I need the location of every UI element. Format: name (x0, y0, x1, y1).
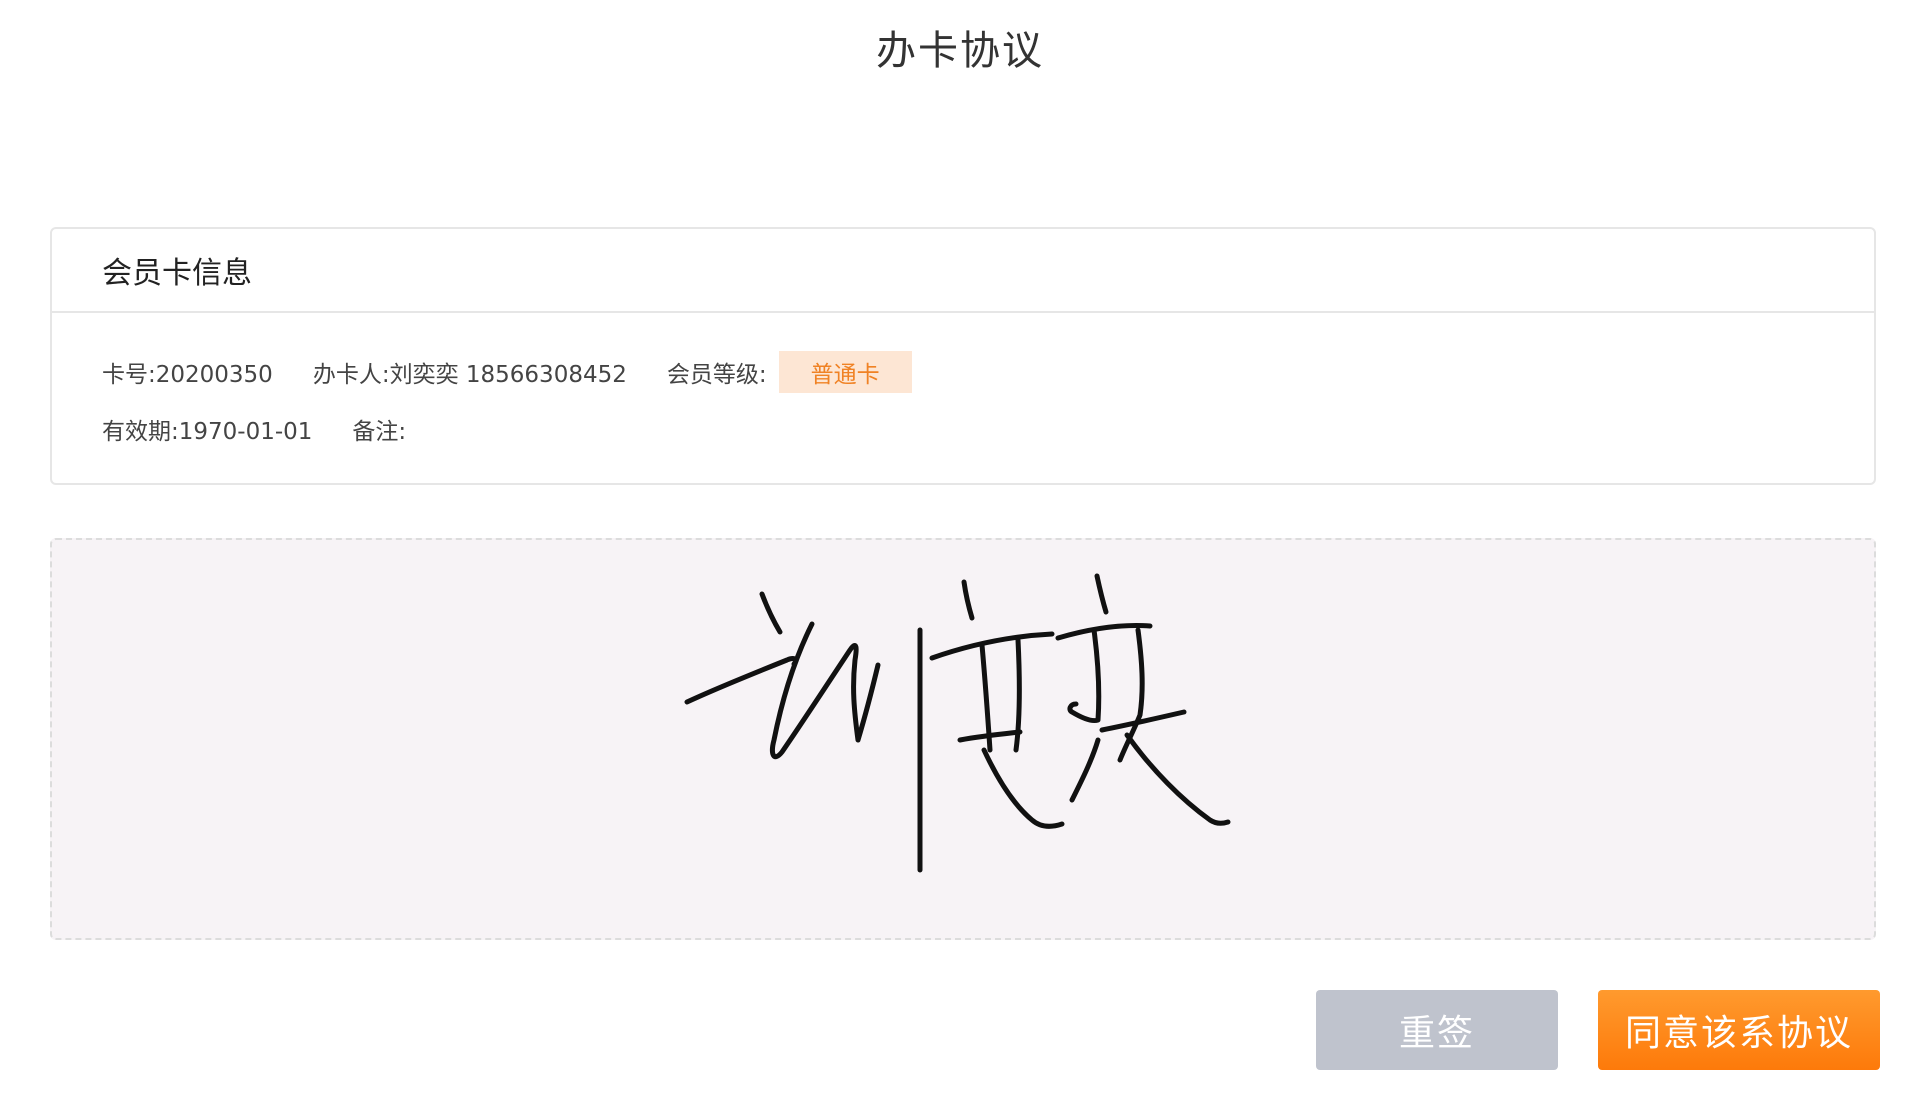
card-info-row: 卡号:20200350 办卡人:刘奕奕 18566308452 会员等级: 普通… (102, 351, 1874, 393)
card-info-body: 卡号:20200350 办卡人:刘奕奕 18566308452 会员等级: 普通… (52, 351, 1874, 445)
member-level-label: 会员等级: (666, 362, 767, 388)
remark: 备注: (352, 419, 407, 445)
resign-button[interactable]: 重签 (1316, 990, 1558, 1070)
card-agreement-page: 办卡协议 会员卡信息 卡号:20200350 办卡人:刘奕奕 185663084… (0, 0, 1920, 1116)
card-holder: 办卡人:刘奕奕 18566308452 (312, 362, 627, 388)
signature-drawing (684, 573, 1231, 873)
card-info-row: 有效期:1970-01-01 备注: (102, 413, 1874, 445)
card-info-header: 会员卡信息 (52, 229, 1874, 313)
agree-button[interactable]: 同意该系协议 (1598, 990, 1880, 1070)
card-number: 卡号:20200350 (102, 362, 273, 388)
valid-until: 有效期:1970-01-01 (102, 419, 313, 445)
page-title: 办卡协议 (876, 28, 1044, 74)
signature-pad[interactable] (50, 538, 1876, 940)
member-card-info-panel: 会员卡信息 卡号:20200350 办卡人:刘奕奕 18566308452 会员… (50, 227, 1876, 485)
member-level-badge: 普通卡 (778, 351, 912, 393)
